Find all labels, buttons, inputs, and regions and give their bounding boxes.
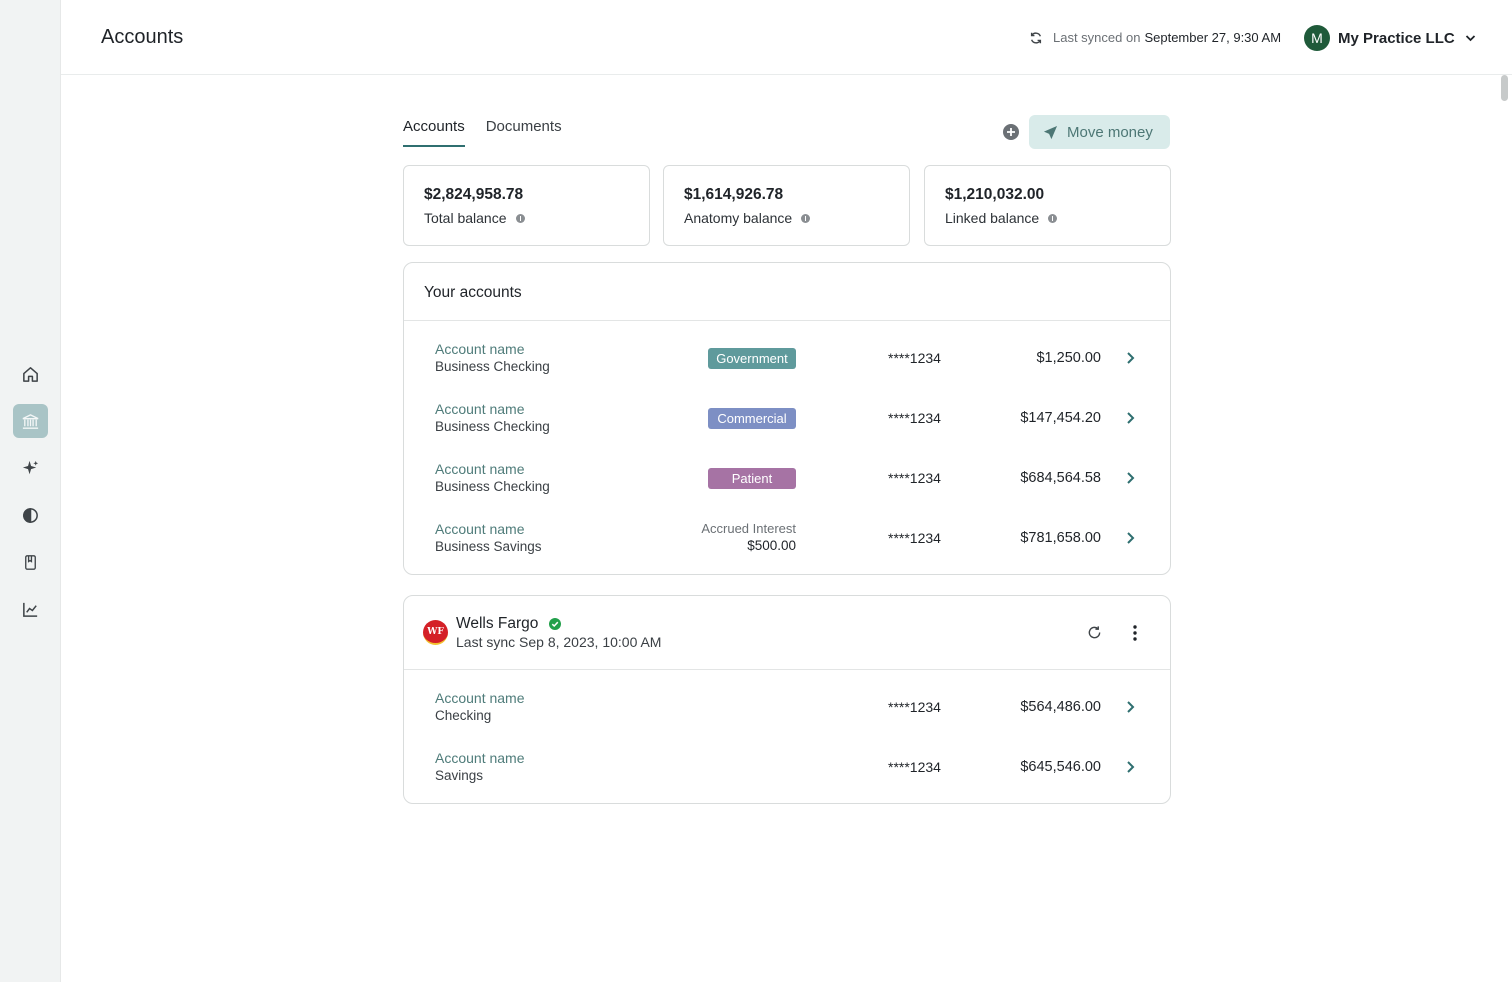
account-balance: $147,454.20 bbox=[1020, 410, 1101, 426]
org-name: My Practice LLC bbox=[1338, 29, 1455, 47]
account-number: ****1234 bbox=[888, 759, 941, 775]
linked-bank-panel: WF Wells Fargo Last sync Sep 8, 2023, 10… bbox=[403, 595, 1171, 804]
account-name[interactable]: Account name bbox=[435, 341, 525, 357]
tab-accounts[interactable]: Accounts bbox=[403, 116, 465, 147]
account-number: ****1234 bbox=[888, 350, 941, 366]
account-row[interactable]: Account name Business Checking Commercia… bbox=[404, 381, 1170, 441]
account-type: Business Checking bbox=[435, 419, 550, 434]
nav-ai[interactable] bbox=[13, 451, 48, 485]
more-options-icon[interactable] bbox=[1128, 624, 1142, 642]
circle-icon bbox=[23, 507, 38, 523]
accrued-interest-value: $500.00 bbox=[747, 538, 796, 553]
account-balance: $564,486.00 bbox=[1020, 699, 1101, 715]
linked-balance-card: $1,210,032.00 Linked balance bbox=[924, 165, 1171, 246]
sync-label: Last synced on bbox=[1053, 30, 1141, 45]
linked-account-row[interactable]: Account name Checking ****1234 $564,486.… bbox=[404, 670, 1170, 730]
nav-accounts[interactable] bbox=[13, 404, 48, 438]
chevron-right-icon[interactable] bbox=[1125, 531, 1135, 545]
sync-value: September 27, 9:30 AM bbox=[1144, 30, 1282, 45]
wells-fargo-logo: WF bbox=[423, 620, 448, 645]
scrollbar[interactable] bbox=[1497, 75, 1512, 982]
sync-status: Last synced on September 27, 9:30 AM bbox=[1029, 30, 1281, 45]
account-balance: $781,658.00 bbox=[1020, 530, 1101, 546]
account-balance: $684,564.58 bbox=[1020, 470, 1101, 486]
refresh-icon[interactable] bbox=[1087, 625, 1102, 640]
account-name[interactable]: Account name bbox=[435, 461, 525, 477]
account-type: Business Checking bbox=[435, 359, 550, 374]
chevron-right-icon[interactable] bbox=[1125, 471, 1135, 485]
top-bar: Accounts Last synced on September 27, 9:… bbox=[61, 0, 1512, 75]
account-badge: Commercial bbox=[708, 408, 796, 429]
account-row[interactable]: Account name Business Savings Accrued In… bbox=[404, 501, 1170, 561]
nav-reports[interactable] bbox=[13, 592, 48, 626]
nav-documents[interactable] bbox=[13, 545, 48, 579]
page-title: Accounts bbox=[101, 26, 184, 48]
account-number: ****1234 bbox=[888, 530, 941, 546]
sidebar bbox=[0, 0, 61, 982]
chevron-down-icon bbox=[1465, 35, 1475, 42]
linked-balance-amount: $1,210,032.00 bbox=[945, 186, 1045, 203]
chevron-right-icon[interactable] bbox=[1125, 760, 1135, 774]
account-name[interactable]: Account name bbox=[435, 401, 525, 417]
home-icon bbox=[23, 366, 38, 382]
avatar: M bbox=[1304, 25, 1330, 51]
linked-account-row[interactable]: Account name Savings ****1234 $645,546.0… bbox=[404, 730, 1170, 790]
account-name[interactable]: Account name bbox=[435, 521, 525, 537]
account-balance: $1,250.00 bbox=[1036, 350, 1101, 366]
account-row[interactable]: Account name Business Checking Patient *… bbox=[404, 441, 1170, 501]
account-type: Business Checking bbox=[435, 479, 550, 494]
bank-icon bbox=[22, 413, 39, 429]
tab-documents[interactable]: Documents bbox=[486, 116, 562, 147]
chevron-right-icon[interactable] bbox=[1125, 351, 1135, 365]
account-name[interactable]: Account name bbox=[435, 690, 525, 706]
bank-name: Wells Fargo bbox=[456, 615, 539, 632]
account-type: Checking bbox=[435, 708, 492, 723]
account-name[interactable]: Account name bbox=[435, 750, 525, 766]
account-badge: Patient bbox=[708, 468, 796, 489]
account-number: ****1234 bbox=[888, 699, 941, 715]
account-number: ****1234 bbox=[888, 410, 941, 426]
info-icon[interactable] bbox=[801, 213, 811, 223]
account-number: ****1234 bbox=[888, 470, 941, 486]
anatomy-balance-amount: $1,614,926.78 bbox=[684, 186, 784, 203]
total-balance-card: $2,824,958.78 Total balance bbox=[403, 165, 650, 246]
move-money-label: Move money bbox=[1067, 123, 1153, 141]
scrollbar-thumb[interactable] bbox=[1501, 75, 1508, 101]
chart-icon bbox=[23, 602, 38, 617]
nav-insights[interactable] bbox=[13, 498, 48, 532]
linked-balance-label: Linked balance bbox=[945, 210, 1040, 226]
verified-check-icon bbox=[549, 618, 561, 630]
total-balance-amount: $2,824,958.78 bbox=[424, 186, 524, 203]
move-money-button[interactable]: Move money bbox=[1029, 115, 1170, 149]
anatomy-balance-label: Anatomy balance bbox=[684, 210, 793, 226]
account-balance: $645,546.00 bbox=[1020, 759, 1101, 775]
document-icon bbox=[25, 554, 36, 570]
linked-bank-header: WF Wells Fargo Last sync Sep 8, 2023, 10… bbox=[404, 596, 1170, 670]
bank-last-sync: Last sync Sep 8, 2023, 10:00 AM bbox=[456, 634, 662, 650]
account-row[interactable]: Account name Business Checking Governmen… bbox=[404, 321, 1170, 381]
anatomy-balance-card: $1,614,926.78 Anatomy balance bbox=[663, 165, 910, 246]
account-type: Savings bbox=[435, 768, 484, 783]
total-balance-label: Total balance bbox=[424, 210, 507, 226]
nav-home[interactable] bbox=[13, 357, 48, 391]
tab-bar: Accounts Documents bbox=[403, 116, 583, 147]
chevron-right-icon[interactable] bbox=[1125, 411, 1135, 425]
accrued-interest-label: Accrued Interest bbox=[701, 521, 796, 536]
your-accounts-title: Your accounts bbox=[404, 263, 1170, 321]
info-icon[interactable] bbox=[515, 213, 525, 223]
account-badge: Government bbox=[708, 348, 796, 369]
sparkle-icon bbox=[22, 460, 39, 474]
add-icon[interactable] bbox=[1002, 123, 1020, 141]
send-icon bbox=[1043, 125, 1058, 139]
chevron-right-icon[interactable] bbox=[1125, 700, 1135, 714]
sync-icon[interactable] bbox=[1029, 31, 1043, 45]
account-type: Business Savings bbox=[435, 539, 542, 554]
your-accounts-panel: Your accounts Account name Business Chec… bbox=[403, 262, 1171, 575]
info-icon[interactable] bbox=[1048, 213, 1058, 223]
org-switcher[interactable]: M My Practice LLC bbox=[1304, 25, 1476, 51]
